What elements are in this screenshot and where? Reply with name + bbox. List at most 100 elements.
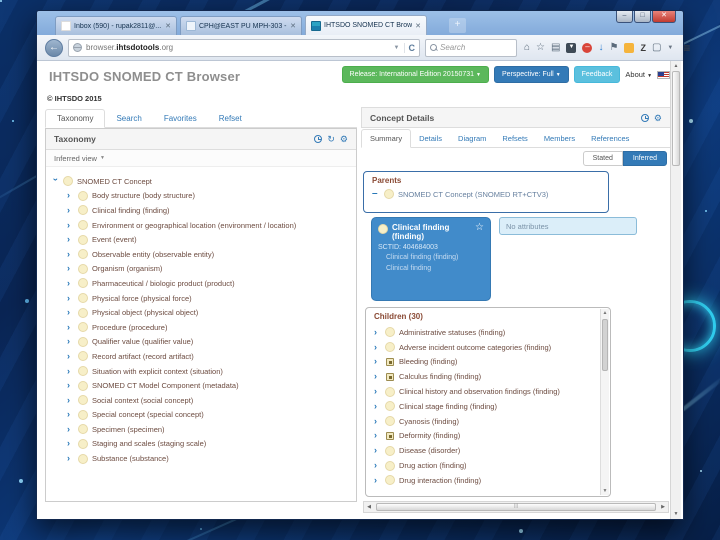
stated-button[interactable]: Stated [582,151,623,166]
tree-item[interactable]: › Specimen (specimen) [67,422,352,437]
tree-item[interactable]: › Special concept (special concept) [67,408,352,423]
home-icon[interactable]: ⌂ [524,42,530,54]
chevron-collapsed-icon[interactable]: › [67,205,74,215]
concept-details-tab[interactable]: Members [536,130,583,147]
chevron-collapsed-icon[interactable]: › [67,424,74,434]
address-bar[interactable]: browser.ihtsdotools.org ▼ C [68,38,420,57]
concept-details-tab[interactable]: Diagram [450,130,494,147]
tree-item[interactable]: › Pharmaceutical / biologic product (pro… [67,276,352,291]
chevron-collapsed-icon[interactable]: › [67,381,74,390]
tree-item[interactable]: › Event (event) [67,232,352,247]
chevron-collapsed-icon[interactable]: › [374,357,381,366]
tree-item[interactable]: › SNOMED CT Model Component (metadata) [67,378,352,393]
concept-details-tab[interactable]: Refsets [494,130,535,147]
zotero-icon[interactable]: Z [640,42,646,54]
chevron-collapsed-icon[interactable]: › [374,475,381,485]
notes-extension-icon[interactable] [624,42,635,53]
page-vertical-scrollbar[interactable]: ▲ ▼ [670,61,681,519]
chevron-collapsed-icon[interactable]: › [67,220,74,230]
adblock-icon[interactable]: – [582,42,593,53]
view-selector[interactable]: Inferred view ▼ [46,150,356,167]
chevron-collapsed-icon[interactable]: › [374,372,381,381]
tree-item[interactable]: › Qualifier value (qualifier value) [67,335,352,350]
tree-item[interactable]: › Environment or geographical location (… [67,218,352,233]
child-item[interactable]: › Administrative statuses (finding) [374,325,596,340]
chevron-expanded-icon[interactable]: › [51,178,61,185]
about-menu[interactable]: About ▼ [625,70,652,79]
browser-tab[interactable]: Inbox (590) - rupak2811@... ✕ [55,16,177,35]
scroll-up-icon[interactable]: ▲ [671,63,681,69]
chevron-collapsed-icon[interactable]: › [374,416,381,426]
favorite-star-icon[interactable]: ☆ [475,222,484,233]
chevron-collapsed-icon[interactable]: › [67,293,74,303]
chevron-collapsed-icon[interactable]: › [67,439,74,448]
tab-close-icon[interactable]: ✕ [165,22,171,30]
chevron-collapsed-icon[interactable]: › [67,410,74,419]
child-item[interactable]: › Bleeding (finding) [374,355,596,370]
left-panel-tab[interactable]: Taxonomy [45,109,106,128]
tree-item[interactable]: › Observable entity (observable entity) [67,247,352,262]
chevron-collapsed-icon[interactable]: › [67,308,74,317]
chevron-collapsed-icon[interactable]: › [67,235,74,244]
gear-icon[interactable]: ⚙ [340,134,348,144]
tree-item[interactable]: › Substance (substance) [67,451,352,466]
tree-item[interactable]: › Clinical finding (finding) [67,203,352,218]
child-item[interactable]: › Clinical history and observation findi… [374,384,596,399]
collapse-icon[interactable]: – [372,189,380,199]
inferred-button[interactable]: Inferred [622,151,667,166]
children-scrollbar[interactable]: ▲ ▼ [600,309,609,495]
chevron-collapsed-icon[interactable]: › [67,249,74,259]
child-item[interactable]: › Clinical stage finding (finding) [374,399,596,414]
child-item[interactable]: › Disease (disorder) [374,443,596,458]
chevron-collapsed-icon[interactable]: › [374,461,381,470]
left-panel-tab[interactable]: Search [105,110,152,127]
chevron-collapsed-icon[interactable]: › [374,387,381,396]
child-item[interactable]: › Deformity (finding) [374,429,596,444]
child-item[interactable]: › Drug interaction (finding) [374,473,596,488]
page-action-icon[interactable]: ▢ [652,42,661,54]
chevron-collapsed-icon[interactable]: › [67,264,74,273]
chevron-collapsed-icon[interactable]: › [374,431,381,440]
child-item[interactable]: › Drug action (finding) [374,458,596,473]
bookmark-star-icon[interactable]: ☆ [536,42,545,54]
tree-item[interactable]: › Organism (organism) [67,262,352,277]
tree-item[interactable]: › Situation with explicit context (situa… [67,364,352,379]
left-panel-tab[interactable]: Refset [208,110,253,127]
page-action-caret-icon[interactable]: ▼ [667,45,673,51]
refresh-icon[interactable]: ↻ [327,134,335,144]
tree-item[interactable]: › Social context (social concept) [67,393,352,408]
site-identity-icon[interactable] [73,43,82,52]
gear-icon[interactable]: ⚙ [654,113,662,123]
scroll-up-icon[interactable]: ▲ [601,310,609,316]
child-item[interactable]: › Calculus finding (finding) [374,369,596,384]
download-icon[interactable]: ↓ [598,42,603,54]
tree-item[interactable]: › Physical force (physical force) [67,291,352,306]
scrollbar-thumb[interactable] [376,503,656,511]
scrollbar-thumb[interactable] [672,71,680,166]
horizontal-scrollbar[interactable]: ◀ ▶ [363,501,669,513]
flag-extension-icon[interactable]: ⚑ [609,42,618,54]
scrollbar-thumb[interactable] [602,319,608,371]
browser-tab[interactable]: IHTSDO SNOMED CT Brow... ✕ [305,15,427,35]
feedback-button[interactable]: Feedback [573,66,621,83]
chevron-collapsed-icon[interactable]: › [67,191,74,200]
reload-icon[interactable]: C [403,42,415,53]
chevron-collapsed-icon[interactable]: › [67,278,74,288]
new-tab-button[interactable]: + [449,18,466,33]
chevron-collapsed-icon[interactable]: › [67,322,74,332]
concept-details-tab[interactable]: Details [411,130,450,147]
parent-item[interactable]: – SNOMED CT Concept (SNOMED RT+CTV3) [372,189,600,199]
history-icon[interactable] [640,113,649,122]
scroll-left-icon[interactable]: ◀ [364,504,374,510]
chevron-collapsed-icon[interactable]: › [67,337,74,346]
chevron-collapsed-icon[interactable]: › [374,446,381,455]
tree-item[interactable]: › Staging and scales (staging scale) [67,437,352,452]
tab-close-icon[interactable]: ✕ [290,22,296,30]
window-control-button[interactable]: □ [634,11,651,23]
search-bar[interactable]: Search [425,38,517,57]
window-control-button[interactable]: ✕ [652,11,676,23]
chevron-collapsed-icon[interactable]: › [67,454,74,463]
tree-root-item[interactable]: › SNOMED CT Concept [51,174,352,189]
tree-item[interactable]: › Record artifact (record artifact) [67,349,352,364]
concept-details-tab[interactable]: References [583,130,637,147]
